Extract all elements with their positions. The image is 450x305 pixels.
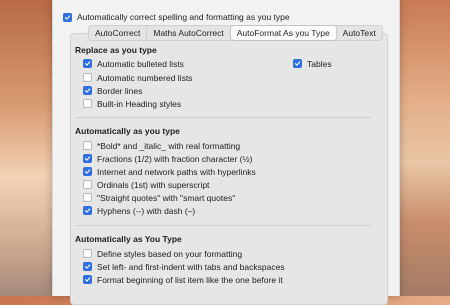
option-label: Set left- and first-indent with tabs and…	[97, 261, 285, 272]
option-built-in-heading-styles[interactable]: Built-in Heading styles	[83, 98, 181, 109]
checkbox[interactable]	[293, 59, 302, 68]
option-automatic-bulleted-lists[interactable]: Automatic bulleted lists	[83, 58, 184, 69]
checkbox[interactable]	[83, 206, 92, 215]
autocorrect-dialog: Automatically correct spelling and forma…	[52, 0, 400, 305]
option-set-indent[interactable]: Set left- and first-indent with tabs and…	[83, 261, 285, 272]
option-define-styles[interactable]: Define styles based on your formatting	[83, 248, 242, 259]
option-fractions[interactable]: Fractions (1/2) with fraction character …	[83, 153, 252, 164]
option-label: *Bold* and _italic_ with real formatting	[97, 140, 241, 151]
checkbox[interactable]	[83, 154, 92, 163]
checkbox[interactable]	[83, 86, 92, 95]
option-automatic-numbered-lists[interactable]: Automatic numbered lists	[83, 72, 192, 83]
option-hyphens[interactable]: Hyphens (--) with dash (–)	[83, 205, 195, 216]
option-label: Tables	[307, 58, 332, 69]
option-border-lines[interactable]: Border lines	[83, 85, 142, 96]
checkbox[interactable]	[83, 73, 92, 82]
option-label: Internet and network paths with hyperlin…	[97, 166, 256, 177]
option-label: Ordinals (1st) with superscript	[97, 179, 210, 190]
checkbox[interactable]	[83, 59, 92, 68]
tab-autoformat-as-you-type[interactable]: AutoFormat As you Type	[230, 26, 337, 40]
option-label: Border lines	[97, 85, 143, 96]
option-label: Hyphens (--) with dash (–)	[97, 205, 196, 216]
option-label: Fractions (1/2) with fraction character …	[97, 153, 253, 164]
option-label: Format beginning of list item like the o…	[97, 274, 283, 285]
option-label: Define styles based on your formatting	[97, 248, 243, 259]
checkbox[interactable]	[83, 180, 92, 189]
checkbox[interactable]	[83, 262, 92, 271]
tab-autotext[interactable]: AutoText	[337, 26, 382, 40]
section-divider	[75, 117, 371, 118]
checkbox[interactable]	[83, 249, 92, 258]
auto-correct-toggle-label: Automatically correct spelling and forma…	[77, 12, 290, 22]
section-title-automatically: Automatically as you type	[75, 126, 180, 136]
desktop-wallpaper-left	[0, 0, 60, 296]
checkbox[interactable]	[83, 193, 92, 202]
option-tables[interactable]: Tables	[293, 58, 332, 69]
auto-correct-toggle[interactable]: Automatically correct spelling and forma…	[63, 10, 290, 24]
section-title-replace: Replace as you type	[75, 45, 157, 55]
option-label: "Straight quotes" with "smart quotes"	[97, 192, 236, 203]
option-label: Automatic numbered lists	[97, 72, 193, 83]
option-label: Automatic bulleted lists	[97, 58, 184, 69]
option-smart-quotes[interactable]: "Straight quotes" with "smart quotes"	[83, 192, 235, 203]
checkbox[interactable]	[83, 141, 92, 150]
section-title-as-you-type: Automatically as You Type	[75, 234, 182, 244]
option-format-list-item[interactable]: Format beginning of list item like the o…	[83, 274, 283, 285]
option-bold-italic[interactable]: *Bold* and _italic_ with real formatting	[83, 140, 240, 151]
option-hyperlinks[interactable]: Internet and network paths with hyperlin…	[83, 166, 256, 177]
checkbox[interactable]	[83, 167, 92, 176]
checkbox[interactable]	[63, 12, 72, 22]
option-label: Built-in Heading styles	[97, 98, 182, 109]
tab-autocorrect[interactable]: AutoCorrect	[89, 26, 148, 40]
section-divider	[75, 225, 371, 226]
checkbox[interactable]	[83, 275, 92, 284]
option-ordinals[interactable]: Ordinals (1st) with superscript	[83, 179, 209, 190]
tab-maths-autocorrect[interactable]: Maths AutoCorrect	[147, 26, 231, 40]
tab-bar: AutoCorrect Maths AutoCorrect AutoFormat…	[88, 25, 383, 41]
checkbox[interactable]	[83, 99, 92, 108]
